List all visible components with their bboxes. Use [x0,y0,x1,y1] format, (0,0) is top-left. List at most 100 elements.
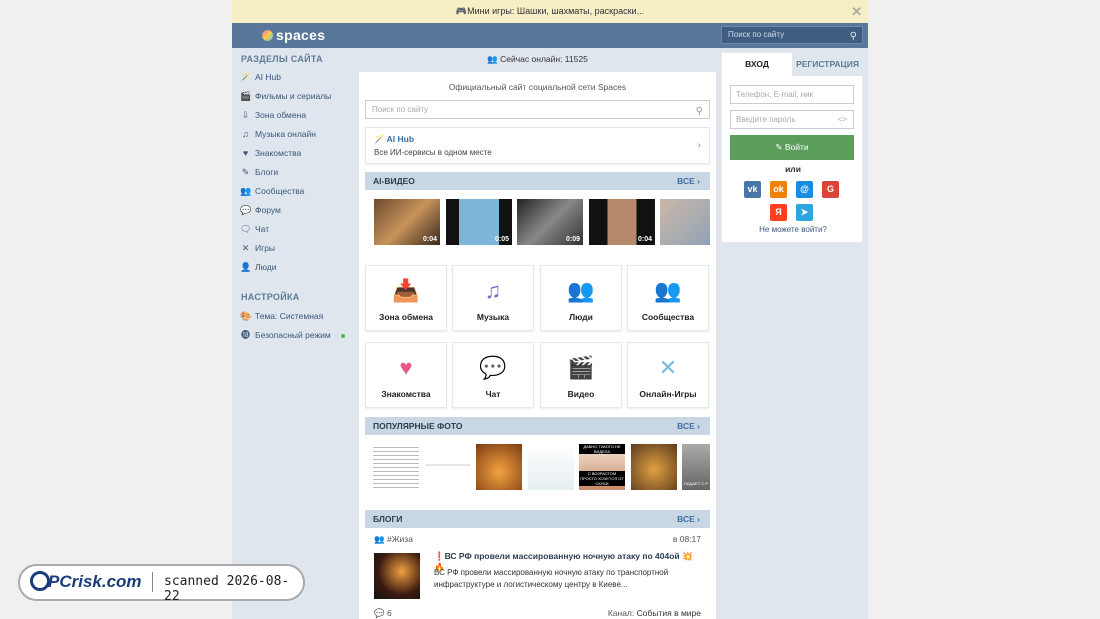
download-icon: ⇩ [241,110,250,120]
settings-item[interactable]: ⓲ Безопасный режим [232,326,359,345]
tile-8[interactable]: ✕ Онлайн-Игры [627,342,709,408]
online-counter[interactable]: 👥 Сейчас онлайн: 11525 [359,48,716,72]
blogs-all-link[interactable]: ВСЕ › [677,510,700,528]
photo-thumb[interactable] [476,444,522,490]
photo-thumb[interactable] [631,444,677,490]
blog-comments[interactable]: 💬 6 [374,608,392,619]
video-thumb[interactable]: 0:04 [589,199,655,245]
watermark-badge: PCrisk.com scanned 2026-08-22 [18,564,305,604]
sidebar: РАЗДЕЛЫ САЙТА 🪄 AI Hub 🎬 Фильмы и сериалы ⇩ З… [232,48,359,619]
mailru-icon[interactable]: @ [796,181,813,198]
video-thumb[interactable]: 0:09 [517,199,583,245]
main-search-input[interactable]: Поиск по сайту ⚲ [365,100,710,119]
cant-login-link[interactable]: Не можете войти? [722,225,864,234]
tile-6[interactable]: 💬 Чат [452,342,534,408]
tab-register[interactable]: РЕГИСТРАЦИЯ [792,53,863,76]
sidebar-item[interactable]: 🗨 Чат [232,220,359,239]
aihub-description: Все ИИ-сервисы в одном месте [374,148,492,157]
sidebar-item[interactable]: 👥 Сообщества [232,182,359,201]
google-icon[interactable]: G [822,181,839,198]
sidebar-item[interactable]: ✎ Блоги [232,163,359,182]
sidebar-item[interactable]: 💬 Форум [232,201,359,220]
tile-3[interactable]: 👥 Люди [540,265,622,331]
chat-bubbles-icon: 💬 [479,355,507,380]
close-icon[interactable]: ✕ [851,0,862,23]
sidebar-settings-title: НАСТРОЙКА [241,292,300,302]
sidebar-sections-title: РАЗДЕЛЫ САЙТА [241,54,323,64]
download-box-icon: 📥 [392,278,420,303]
heart-icon: ♥ [242,148,249,158]
blog-time: в 08:17 [672,534,701,544]
photo-thumb[interactable]: ДАВНО ТАКОГО НЕ ВИДЕЛА С ВОЗРАСТОМ ПРОСТО… [579,444,625,490]
odnoklassniki-icon[interactable]: ok [770,181,787,198]
pcrisk-logo: PCrisk.com [48,572,142,591]
promo-banner[interactable]: 🎮Мини игры: Шашки, шахматы, раскраски...… [232,0,868,23]
video-thumb[interactable]: 0:05 [446,199,512,245]
wand-icon: 🪄 [374,134,385,144]
eye-icon[interactable]: <> [838,111,847,128]
site-subtitle: Официальный сайт социальной сети Spaces [448,82,627,92]
photo-thumb[interactable]: ПАДАЕТ С Р [682,444,710,490]
vk-icon[interactable]: vk [744,181,761,198]
page: 🎮Мини игры: Шашки, шахматы, раскраски...… [232,0,868,619]
tab-login[interactable]: ВХОД [722,53,792,76]
ai-video-strip: 0:04 0:05 0:09 0:04 [365,190,710,256]
or-label: или [785,164,801,174]
ai-video-all-link[interactable]: ВСЕ › [677,172,700,190]
tile-5[interactable]: ♥ Знакомства [365,342,447,408]
video-thumb[interactable] [660,199,710,245]
search-icon[interactable]: ⚲ [850,29,857,45]
pen-icon: ✎ [241,167,250,177]
tile-4[interactable]: 👥 Сообщества [627,265,709,331]
logo-mark-icon [262,30,273,41]
community-icon: 👥 [654,278,682,303]
scan-date: scanned 2026-08-22 [164,574,290,604]
sidebar-item[interactable]: ✕ Игры [232,239,359,258]
photo-thumb[interactable] [373,444,419,490]
blog-image[interactable] [374,553,420,599]
settings-item[interactable]: 🎨 Тема: Системная [232,307,359,326]
photo-thumb[interactable] [528,444,574,490]
sidebar-item[interactable]: 🎬 Фильмы и сериалы [232,87,359,106]
sidebar-item[interactable]: ⇩ Зона обмена [232,106,359,125]
blog-tag[interactable]: 👥 #Жиза [374,534,413,545]
video-thumb[interactable]: 0:04 [374,199,440,245]
group-icon: 👥 [374,534,385,544]
people-icon: 👥 [567,278,595,303]
blog-post[interactable]: 👥 #Жиза в 08:17 ❗ВС РФ провели массирова… [365,528,710,619]
login-button[interactable]: ✎ Войти [730,135,854,160]
login-field[interactable]: Телефон, E-mail, ник [730,85,854,104]
photo-thumb[interactable] [425,444,471,490]
photos-all-link[interactable]: ВСЕ › [677,417,700,435]
comment-icon: 💬 [374,608,385,618]
site-header: spaces Поиск по сайту ⚲ [232,23,868,48]
forum-icon: 💬 [240,205,252,215]
chevron-right-icon: › [697,140,701,151]
promo-text[interactable]: 🎮Мини игры: Шашки, шахматы, раскраски... [456,6,644,16]
site-logo[interactable]: spaces [262,27,325,43]
sidebar-item[interactable]: ♥ Знакомства [232,144,359,163]
tile-1[interactable]: 📥 Зона обмена [365,265,447,331]
key-icon: ✎ [775,142,783,152]
pcrisk-logo-icon [30,571,50,591]
age18-icon: ⓲ [240,330,250,340]
blog-channel[interactable]: Канал: События в мире [608,608,701,618]
yandex-icon[interactable]: Я [770,204,787,221]
people-icon: 👥 [487,54,498,64]
sidebar-item[interactable]: 🪄 AI Hub [232,68,359,87]
search-icon[interactable]: ⚲ [696,103,703,120]
tile-2[interactable]: ♫ Музыка [452,265,534,331]
wand-icon: 🪄 [240,72,252,82]
sidebar-item[interactable]: 👤 Люди [232,258,359,277]
header-search-input[interactable]: Поиск по сайту ⚲ [721,26,863,44]
watermark-divider [152,572,153,592]
status-dot [341,334,345,338]
music-note-icon: ♫ [484,278,502,303]
telegram-icon[interactable]: ➤ [796,204,813,221]
sidebar-item[interactable]: ♫ Музыка онлайн [232,125,359,144]
chat-icon: 🗨 [240,224,252,234]
tile-7[interactable]: 🎬 Видео [540,342,622,408]
auth-tabs: ВХОД РЕГИСТРАЦИЯ [722,53,863,76]
aihub-card[interactable]: 🪄 AI Hub Все ИИ-сервисы в одном месте › [365,127,710,164]
password-field[interactable]: Введите пароль <> [730,110,854,129]
